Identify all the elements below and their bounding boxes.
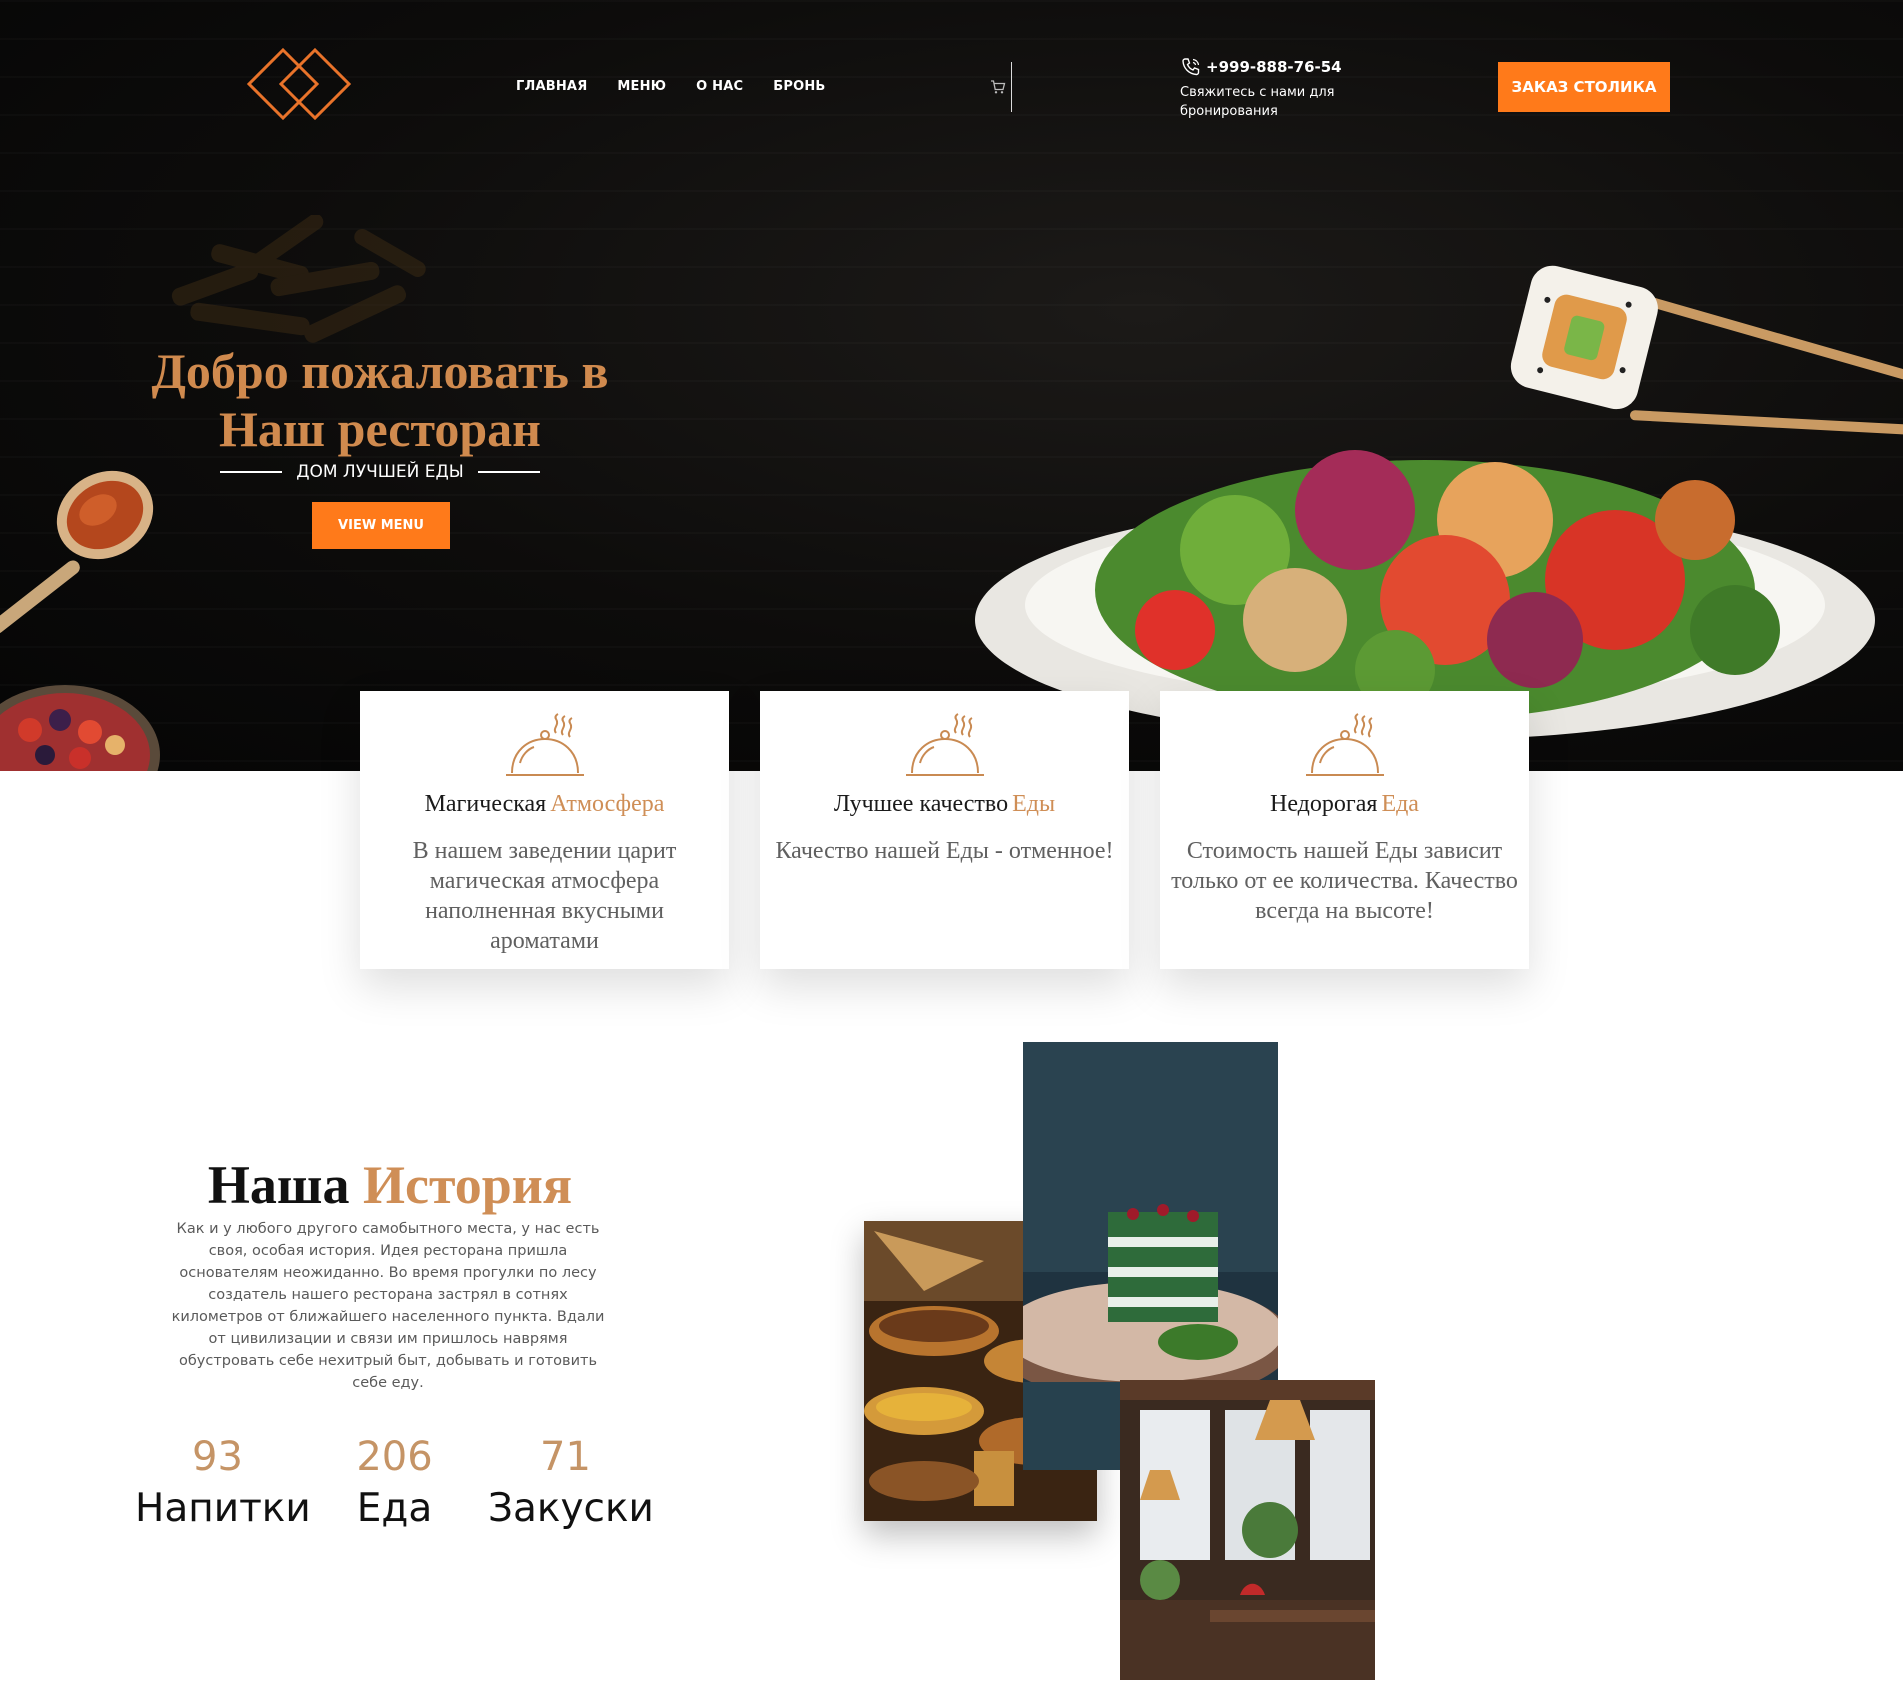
history-title-main: Наша (207, 1155, 350, 1215)
main-nav: ГЛАВНАЯ МЕНЮ О НАС БРОНЬ (516, 79, 826, 94)
feature-card-atmosphere: Магическая Атмосфера В нашем заведении ца… (360, 691, 729, 969)
reserve-table-button[interactable]: ЗАКАЗ СТОЛИКА (1498, 62, 1670, 112)
subtitle-line-right (477, 471, 540, 473)
nav-about[interactable]: О НАС (696, 79, 743, 94)
feature-title-accent: Еда (1381, 791, 1419, 817)
history-title: Наша История (140, 1154, 640, 1216)
stat-value: 206 (356, 1434, 433, 1480)
hero-title-line1: Добро пожаловать в (151, 343, 609, 399)
phone-icon (1182, 58, 1200, 76)
feature-text: Качество нашей Еды - отменное! (775, 838, 1114, 864)
stat-value: 71 (540, 1434, 591, 1480)
spice-spoon-image (0, 470, 154, 634)
hero-title-line2: Наш ресторан (219, 401, 541, 457)
feature-title: Недорогая Еда (1160, 791, 1529, 818)
feature-title: Лучшее качество Еды (760, 791, 1129, 818)
hero-subtitle-text: ДОМ ЛУЧШЕЙ ЕДЫ (296, 462, 464, 482)
history-text: Как и у любого другого самобытного места… (171, 1221, 605, 1391)
feature-card-quality: Лучшее качество Еды Качество нашей Еды - … (760, 691, 1129, 969)
view-menu-button[interactable]: VIEW MENU (312, 502, 450, 549)
feature-text: В нашем заведении царит магическая атмос… (412, 838, 677, 954)
header-divider (1011, 62, 1012, 112)
feature-title-accent: Еды (1012, 791, 1056, 817)
stat-label: Закуски (488, 1486, 654, 1531)
berry-bowl-image (0, 685, 160, 771)
nav-booking[interactable]: БРОНЬ (773, 79, 825, 94)
feature-text: Стоимость нашей Еды зависит только от ее… (1171, 838, 1518, 924)
feature-card-price: Недорогая Еда Стоимость нашей Еды зависит… (1160, 691, 1529, 969)
stat-label: Еда (356, 1486, 433, 1531)
feature-title-accent: Атмосфера (550, 791, 665, 817)
cloche-icon (1305, 713, 1384, 776)
stat-label: Напитки (135, 1486, 311, 1531)
feature-title-main: Недорогая (1270, 791, 1378, 817)
hero-subtitle: ДОМ ЛУЧШЕЙ ЕДЫ (220, 462, 540, 482)
nav-menu[interactable]: МЕНЮ (617, 79, 666, 94)
stat-snacks: 71 Закуски (488, 1434, 654, 1531)
contact-block: +999-888-76-54 Свяжитесь с нами для брон… (1180, 56, 1350, 121)
nav-home[interactable]: ГЛАВНАЯ (516, 79, 587, 94)
hero-title: Добро пожаловать в Наш ресторан (130, 342, 630, 458)
hero-section: ГЛАВНАЯ МЕНЮ О НАС БРОНЬ +999-888-76-54 … (0, 0, 1903, 771)
feature-title-main: Магическая (424, 791, 547, 817)
restaurant-interior-photo (1120, 1380, 1375, 1680)
feature-cards: Магическая Атмосфера В нашем заведении ца… (360, 691, 1529, 969)
contact-phone[interactable]: +999-888-76-54 (1206, 58, 1342, 76)
stat-value: 93 (192, 1434, 243, 1480)
history-title-accent: История (362, 1155, 573, 1215)
cloche-icon (505, 713, 584, 776)
stat-drinks: 93 Напитки (135, 1434, 311, 1531)
subtitle-line-left (220, 471, 283, 473)
stat-food: 206 Еда (352, 1434, 437, 1531)
cloche-icon (905, 713, 984, 776)
cart-icon[interactable] (990, 79, 1006, 95)
double-diamond-logo[interactable] (247, 48, 351, 120)
sushi-chopsticks-image (1510, 265, 1903, 438)
feature-title: Магическая Атмосфера (360, 791, 729, 818)
contact-subtitle: Свяжитесь с нами для бронирования (1180, 85, 1335, 119)
feature-title-main: Лучшее качество (833, 791, 1009, 817)
